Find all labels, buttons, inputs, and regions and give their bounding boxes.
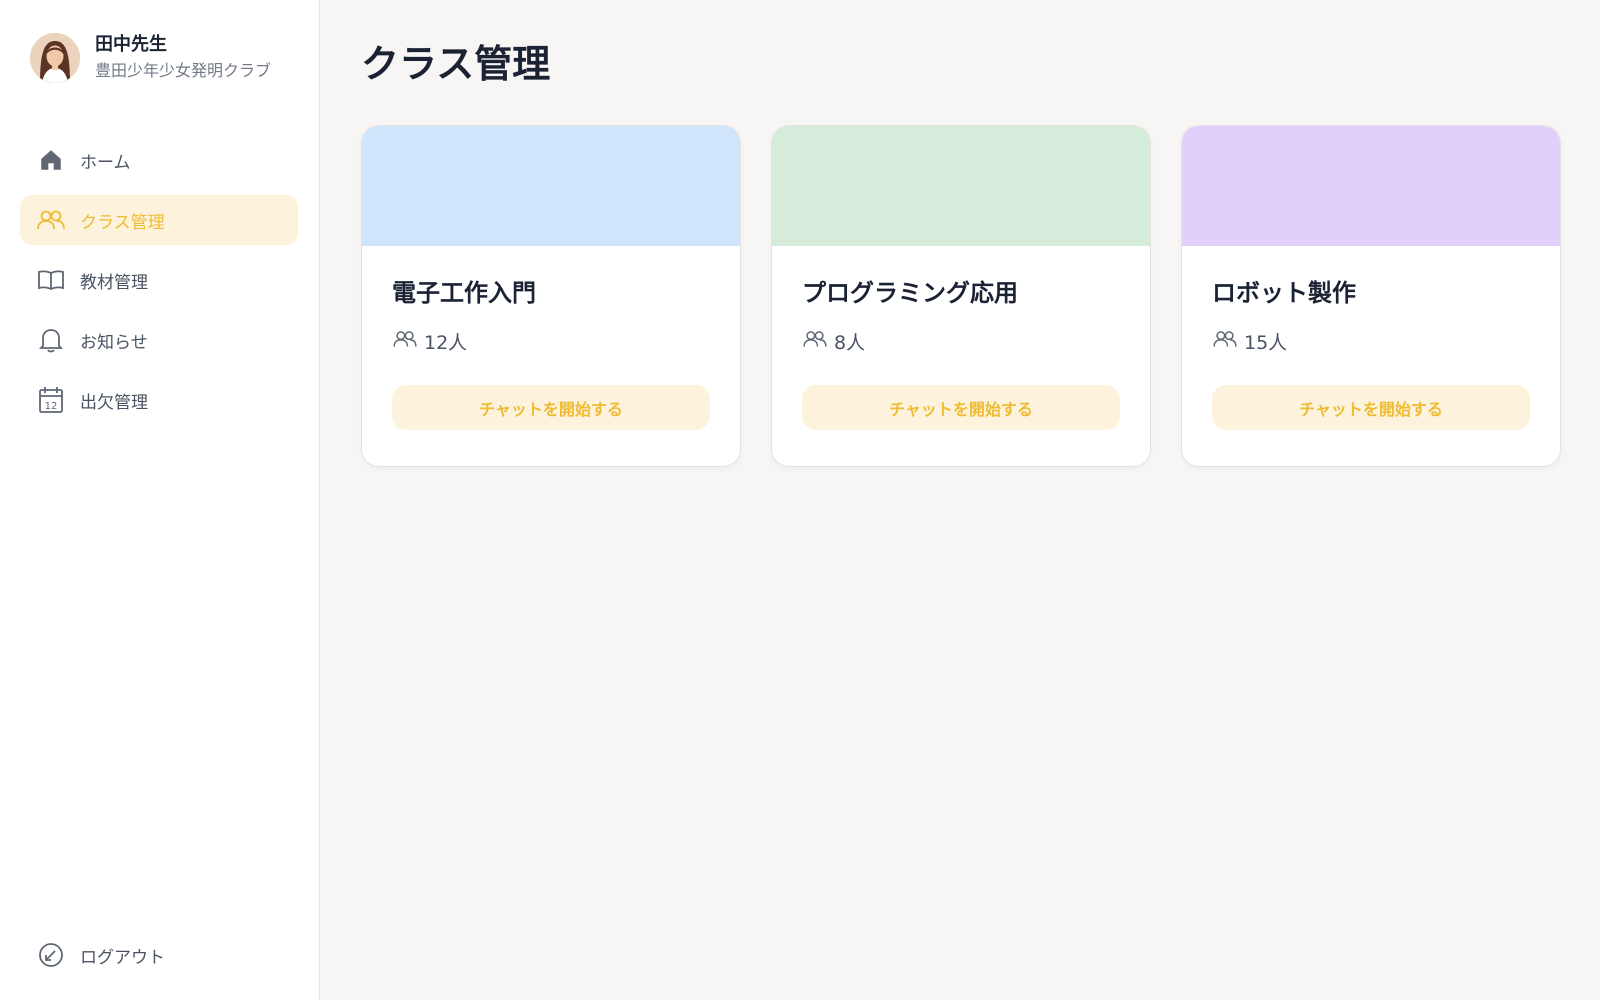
- member-count-text: 15人: [1244, 332, 1288, 354]
- users-icon: [392, 329, 418, 354]
- logout-icon: [36, 940, 66, 970]
- home-icon: [36, 145, 66, 175]
- class-name: ロボット製作: [1212, 279, 1356, 307]
- member-count: 8人: [802, 328, 1120, 355]
- logout-button[interactable]: ログアウト: [36, 940, 165, 970]
- class-card[interactable]: 電子工作入門 12人 チャットを開始する: [361, 125, 741, 467]
- sidebar-item-notifications[interactable]: お知らせ: [20, 315, 298, 365]
- calendar-day-number: 12: [45, 401, 58, 412]
- sidebar-item-label: 教材管理: [80, 272, 148, 293]
- profile-name: 田中先生: [95, 34, 167, 55]
- member-count: 15人: [1212, 328, 1530, 355]
- sidebar-item-label: ホーム: [80, 152, 131, 173]
- member-count-text: 12人: [424, 332, 468, 354]
- sidebar-item-label: 出欠管理: [80, 392, 148, 413]
- class-card-banner: [772, 126, 1150, 246]
- class-card[interactable]: ロボット製作 15人 チャットを開始する: [1181, 125, 1561, 467]
- users-icon: [36, 205, 66, 235]
- main-content: クラス管理 電子工作入門 12人 チャットを開始する プログラミング応用 8人: [320, 0, 1600, 1000]
- sidebar-item-class-management[interactable]: クラス管理: [20, 195, 298, 245]
- start-chat-button[interactable]: チャットを開始する: [392, 385, 710, 430]
- sidebar-item-label: クラス管理: [80, 212, 165, 233]
- profile-organization: 豊田少年少女発明クラブ: [95, 61, 272, 80]
- book-icon: [36, 265, 66, 295]
- member-count: 12人: [392, 328, 710, 355]
- class-name: 電子工作入門: [392, 279, 536, 307]
- member-count-text: 8人: [834, 332, 866, 354]
- logout-label: ログアウト: [80, 947, 165, 968]
- sidebar-item-attendance[interactable]: 12 出欠管理: [20, 375, 298, 425]
- bell-icon: [36, 325, 66, 355]
- class-card-list: 電子工作入門 12人 チャットを開始する プログラミング応用 8人 チャットを開…: [361, 125, 1561, 467]
- page-title: クラス管理: [361, 42, 551, 86]
- users-icon: [1212, 329, 1238, 354]
- start-chat-button[interactable]: チャットを開始する: [802, 385, 1120, 430]
- user-profile: 田中先生 豊田少年少女発明クラブ: [30, 33, 271, 83]
- start-chat-button[interactable]: チャットを開始する: [1212, 385, 1530, 430]
- users-icon: [802, 329, 828, 354]
- class-card-banner: [362, 126, 740, 246]
- sidebar-item-home[interactable]: ホーム: [20, 135, 298, 185]
- sidebar: 田中先生 豊田少年少女発明クラブ ホーム クラス管理 教材管理 お知らせ 12 …: [0, 0, 320, 1000]
- class-card-banner: [1182, 126, 1560, 246]
- sidebar-item-label: お知らせ: [80, 332, 148, 353]
- calendar-icon: 12: [36, 385, 66, 415]
- class-name: プログラミング応用: [802, 279, 1018, 307]
- sidebar-item-materials[interactable]: 教材管理: [20, 255, 298, 305]
- class-card[interactable]: プログラミング応用 8人 チャットを開始する: [771, 125, 1151, 467]
- sidebar-nav: ホーム クラス管理 教材管理 お知らせ 12 出欠管理: [20, 135, 298, 435]
- avatar: [30, 33, 80, 83]
